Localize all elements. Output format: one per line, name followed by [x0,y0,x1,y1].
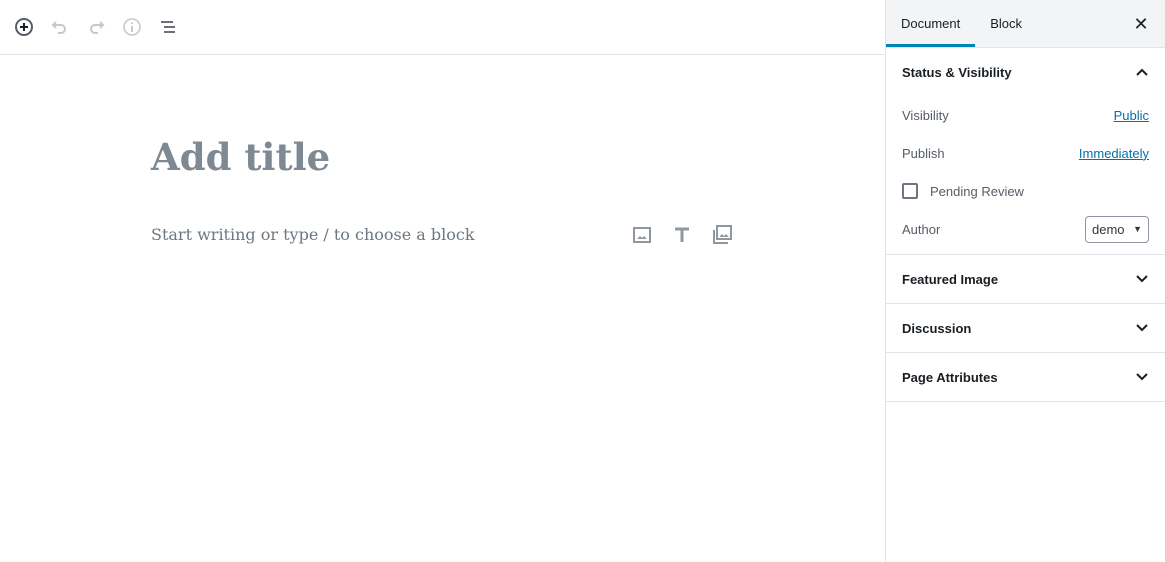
image-icon[interactable] [630,223,654,247]
tab-document[interactable]: Document [886,0,976,47]
publish-label: Publish [902,145,945,161]
featured-image-panel[interactable]: Featured Image [886,255,1165,304]
gallery-icon[interactable] [710,223,734,247]
chevron-down-icon [1135,370,1149,385]
close-icon[interactable]: ✕ [1131,14,1151,34]
paragraph-block-input[interactable]: Start writing or type / to choose a bloc… [151,225,475,244]
chevron-down-icon [1135,272,1149,287]
post-title-input[interactable]: Add title [151,135,330,179]
panel-title: Status & Visibility [902,64,1012,80]
heading-icon[interactable] [670,223,694,247]
visibility-link[interactable]: Public [1114,108,1149,123]
discussion-panel[interactable]: Discussion [886,304,1165,353]
pending-review-label: Pending Review [930,183,1024,199]
status-visibility-panel: Status & Visibility Visibility Public Pub… [886,48,1165,255]
author-select[interactable]: demo ▼ [1085,215,1149,243]
list-view-icon[interactable] [156,15,180,39]
tab-block[interactable]: Block [975,0,1037,47]
chevron-down-icon [1135,321,1149,336]
info-icon[interactable] [120,15,144,39]
settings-sidebar: Document Block ✕ Status & Visibility Vis… [885,0,1165,562]
editor-canvas: Add title Start writing or type / to cho… [0,55,885,562]
plus-circle-icon[interactable] [12,15,36,39]
undo-icon[interactable] [48,15,72,39]
pending-review-checkbox[interactable] [902,183,918,199]
caret-down-icon: ▼ [1133,224,1142,234]
author-value: demo [1092,221,1125,237]
status-visibility-toggle[interactable]: Status & Visibility [886,48,1165,96]
chevron-up-icon [1135,65,1149,80]
panel-title: Featured Image [902,271,999,287]
panel-title: Discussion [902,320,972,336]
page-attributes-panel[interactable]: Page Attributes [886,353,1165,402]
publish-link[interactable]: Immediately [1079,146,1149,161]
panel-title: Page Attributes [902,369,998,385]
redo-icon[interactable] [84,15,108,39]
editor-toolbar [0,0,885,55]
author-label: Author [902,221,941,237]
visibility-label: Visibility [902,107,949,123]
